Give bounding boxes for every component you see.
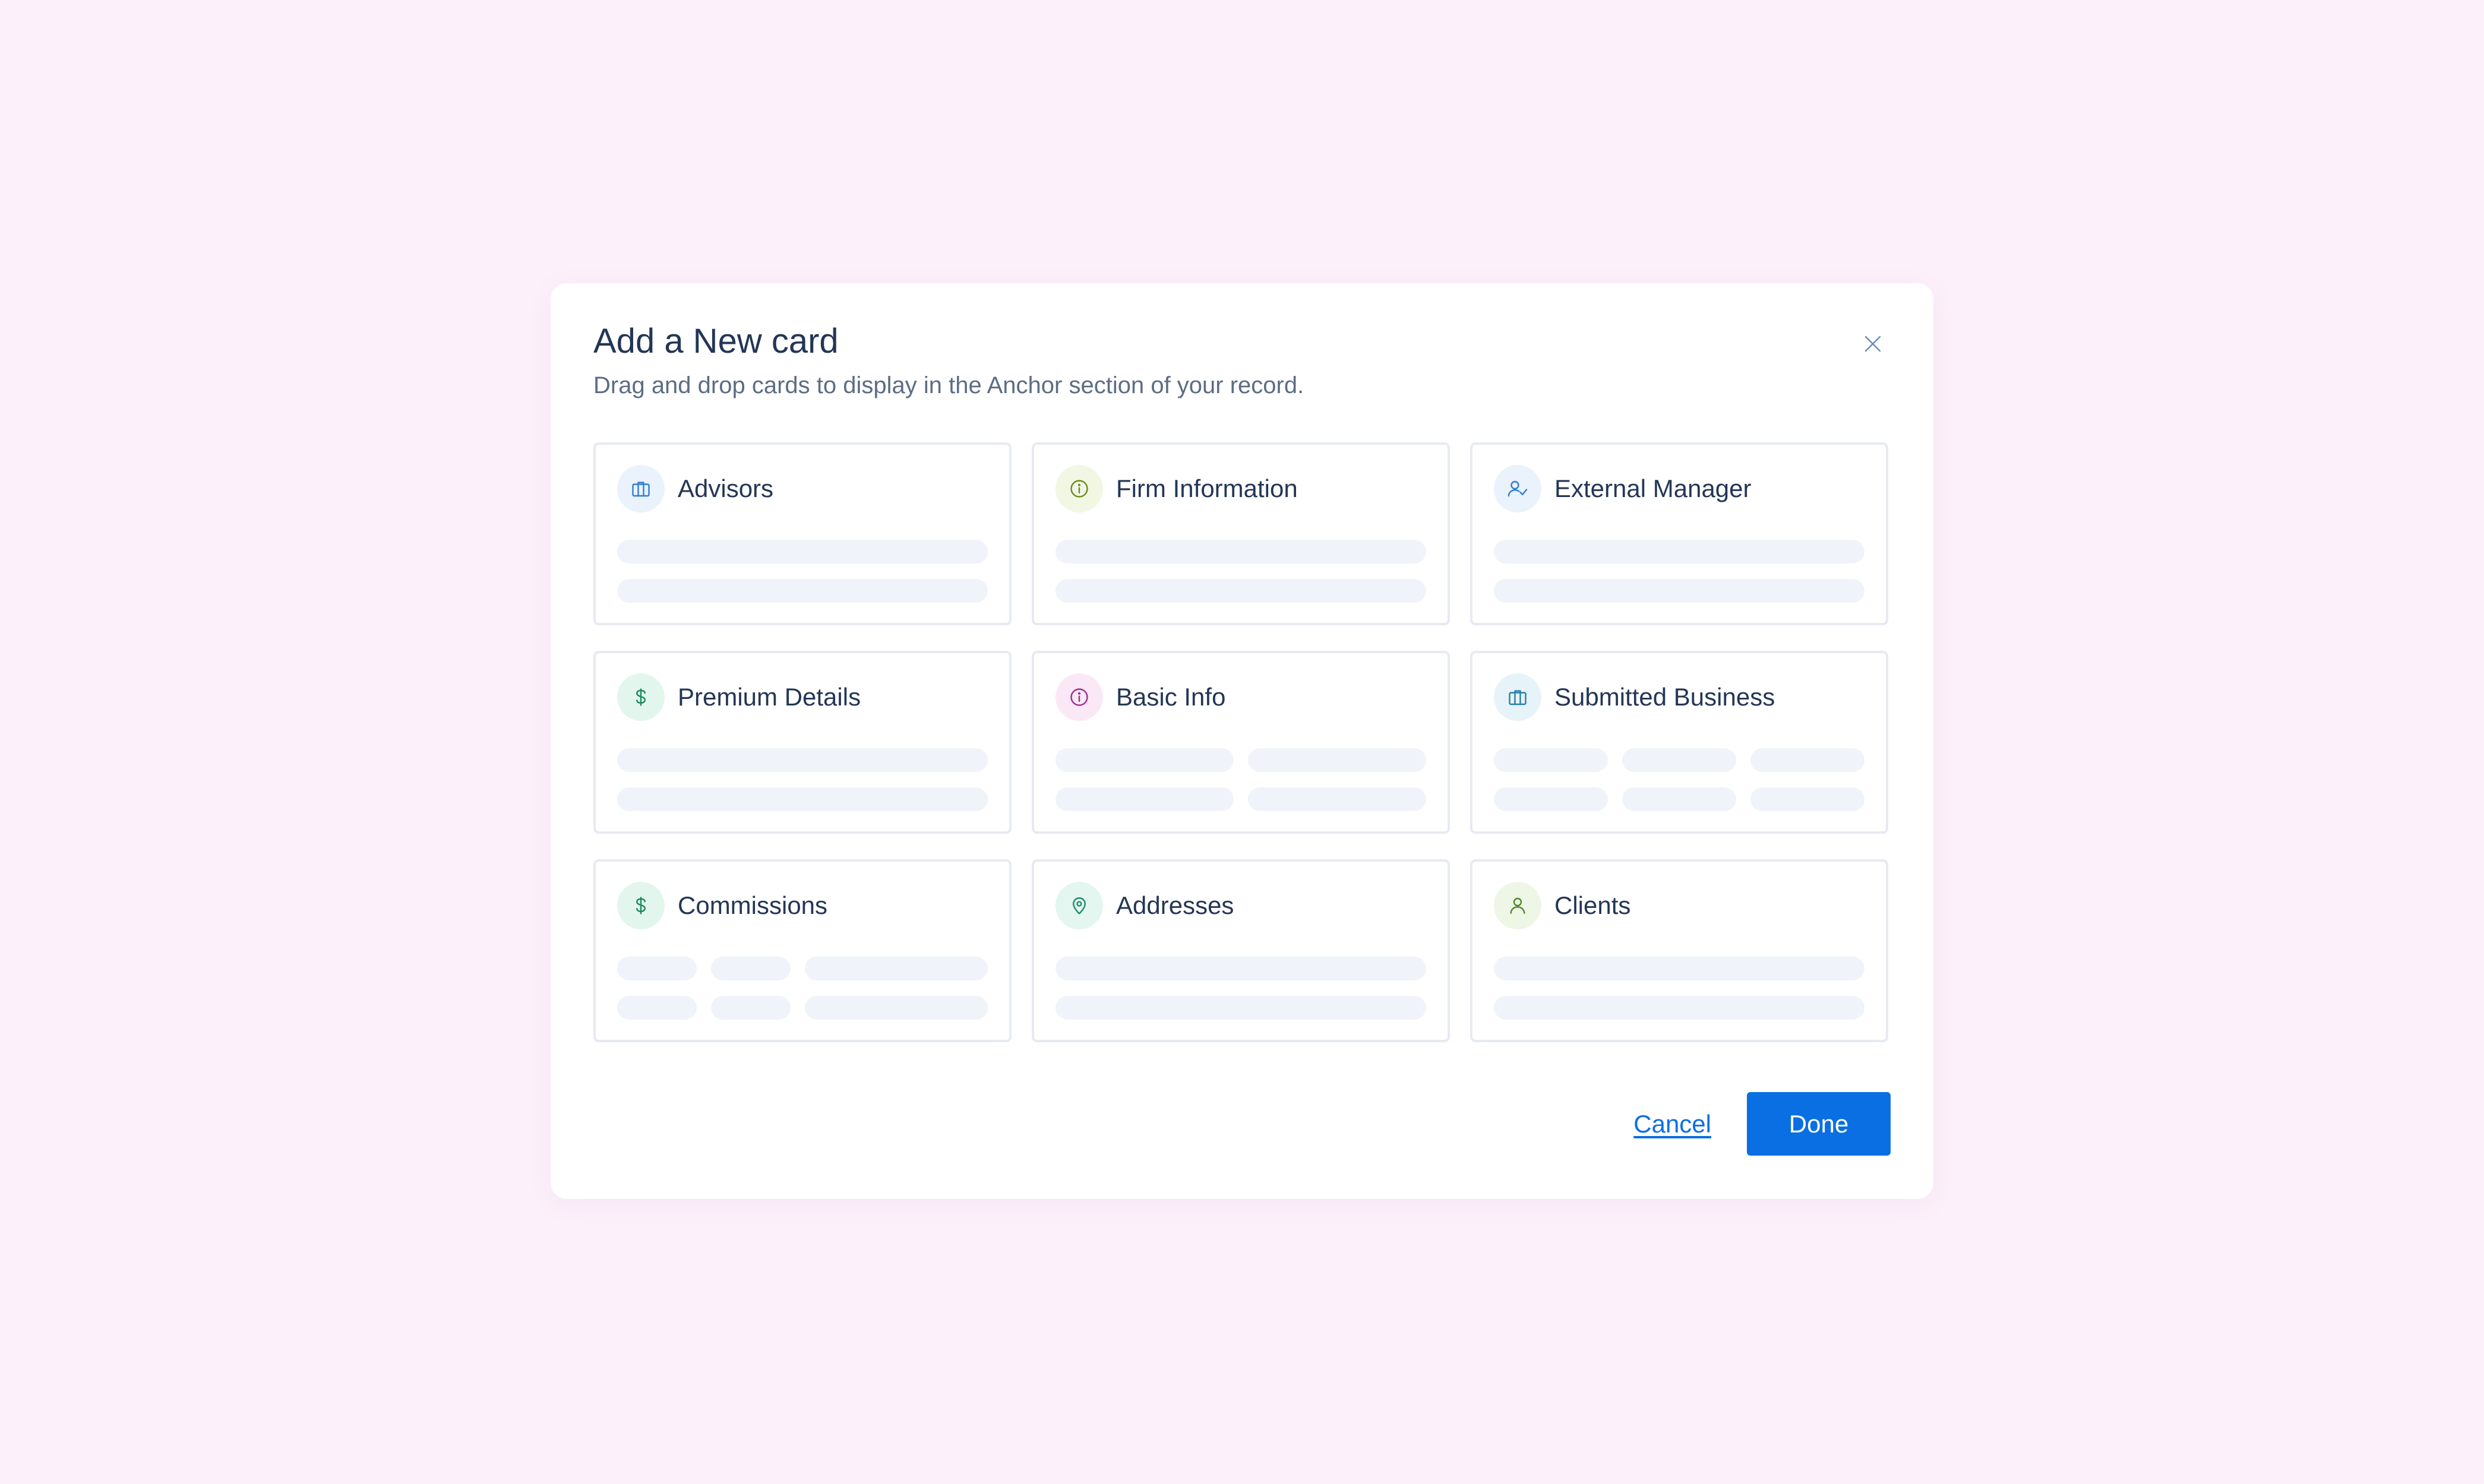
card-firm-information[interactable]: Firm Information xyxy=(1032,442,1450,625)
user-icon xyxy=(1494,882,1541,929)
skeleton-bar xyxy=(1750,748,1864,772)
skeleton-row xyxy=(1494,540,1864,564)
skeleton-bar xyxy=(1494,957,1864,980)
modal-footer: Cancel Done xyxy=(1633,1092,1891,1156)
card-header: Basic Info xyxy=(1055,673,1225,721)
skeleton-bar xyxy=(1622,748,1736,772)
skeleton-bar xyxy=(617,540,988,564)
skeleton-bar xyxy=(1055,748,1234,772)
skeleton-bar xyxy=(1494,748,1608,772)
skeleton-row xyxy=(617,579,988,603)
add-card-modal: Add a New card Drag and drop cards to di… xyxy=(551,283,1933,1199)
skeleton-row xyxy=(1494,957,1864,980)
skeleton-bar xyxy=(1055,996,1426,1020)
skeleton-bar xyxy=(617,748,988,772)
skeleton-row xyxy=(1494,579,1864,603)
dollar-icon xyxy=(617,882,665,929)
skeleton-bar xyxy=(617,996,697,1020)
skeleton-row xyxy=(1055,579,1426,603)
skeleton-bar xyxy=(1494,540,1864,564)
info-icon xyxy=(1055,465,1103,512)
skeleton-bar xyxy=(1055,787,1234,811)
card-title: Clients xyxy=(1554,891,1631,919)
skeleton-bar xyxy=(1494,787,1608,811)
card-premium-details[interactable]: Premium Details xyxy=(593,651,1012,834)
card-header: Firm Information xyxy=(1055,465,1298,512)
close-icon xyxy=(1864,336,1881,352)
skeleton-bar xyxy=(711,957,791,980)
card-addresses[interactable]: Addresses xyxy=(1032,859,1450,1042)
cancel-button[interactable]: Cancel xyxy=(1633,1110,1711,1138)
skeleton-row xyxy=(1055,540,1426,564)
close-button[interactable] xyxy=(1859,330,1887,358)
skeleton-row xyxy=(1494,748,1864,772)
card-header: External Manager xyxy=(1494,465,1752,512)
modal-subtitle: Drag and drop cards to display in the An… xyxy=(593,372,1304,398)
skeleton-bar xyxy=(805,996,988,1020)
card-title: Firm Information xyxy=(1116,474,1298,502)
skeleton-bar xyxy=(1622,787,1736,811)
skeleton-row xyxy=(1494,996,1864,1020)
skeleton-bar xyxy=(617,957,697,980)
card-title: Premium Details xyxy=(678,683,861,711)
skeleton-bar xyxy=(1494,579,1864,603)
done-button[interactable]: Done xyxy=(1747,1092,1891,1156)
card-title: Submitted Business xyxy=(1554,683,1775,711)
skeleton-bar xyxy=(1248,787,1426,811)
card-header: Commissions xyxy=(617,882,827,929)
skeleton-bar xyxy=(1248,748,1426,772)
skeleton-bar xyxy=(1055,957,1426,980)
skeleton-row xyxy=(617,996,988,1020)
skeleton-bar xyxy=(1750,787,1864,811)
skeleton-row xyxy=(617,787,988,811)
dollar-icon xyxy=(617,673,665,721)
card-header: Addresses xyxy=(1055,882,1234,929)
card-advisors[interactable]: Advisors xyxy=(593,442,1012,625)
card-header: Submitted Business xyxy=(1494,673,1775,721)
skeleton-bar xyxy=(805,957,988,980)
card-external-manager[interactable]: External Manager xyxy=(1470,442,1888,625)
skeleton-row xyxy=(617,540,988,564)
skeleton-row xyxy=(617,748,988,772)
card-header: Clients xyxy=(1494,882,1630,929)
card-submitted-business[interactable]: Submitted Business xyxy=(1470,651,1888,834)
map-pin-icon xyxy=(1055,882,1103,929)
skeleton-row xyxy=(1055,996,1426,1020)
skeleton-bar xyxy=(711,996,791,1020)
skeleton-row xyxy=(1055,787,1426,811)
card-header: Premium Details xyxy=(617,673,861,721)
skeleton-row xyxy=(1055,748,1426,772)
card-title: Advisors xyxy=(678,474,774,502)
skeleton-row xyxy=(617,957,988,980)
info-icon xyxy=(1055,673,1103,721)
skeleton-bar xyxy=(617,787,988,811)
modal-title: Add a New card xyxy=(593,322,839,360)
card-title: Commissions xyxy=(678,891,828,919)
user-check-icon xyxy=(1494,465,1541,512)
card-commissions[interactable]: Commissions xyxy=(593,859,1012,1042)
briefcase-icon xyxy=(1494,673,1541,721)
card-header: Advisors xyxy=(617,465,773,512)
skeleton-bar xyxy=(1055,540,1426,564)
skeleton-row xyxy=(1055,957,1426,980)
card-title: Addresses xyxy=(1116,891,1234,919)
card-title: Basic Info xyxy=(1116,683,1226,711)
card-basic-info[interactable]: Basic Info xyxy=(1032,651,1450,834)
card-clients[interactable]: Clients xyxy=(1470,859,1888,1042)
card-title: External Manager xyxy=(1554,474,1752,502)
card-grid: Advisors Firm Information External Manager… xyxy=(593,442,1888,1042)
skeleton-bar xyxy=(1055,579,1426,603)
skeleton-row xyxy=(1494,787,1864,811)
skeleton-bar xyxy=(617,579,988,603)
skeleton-bar xyxy=(1494,996,1864,1020)
briefcase-icon xyxy=(617,465,665,512)
